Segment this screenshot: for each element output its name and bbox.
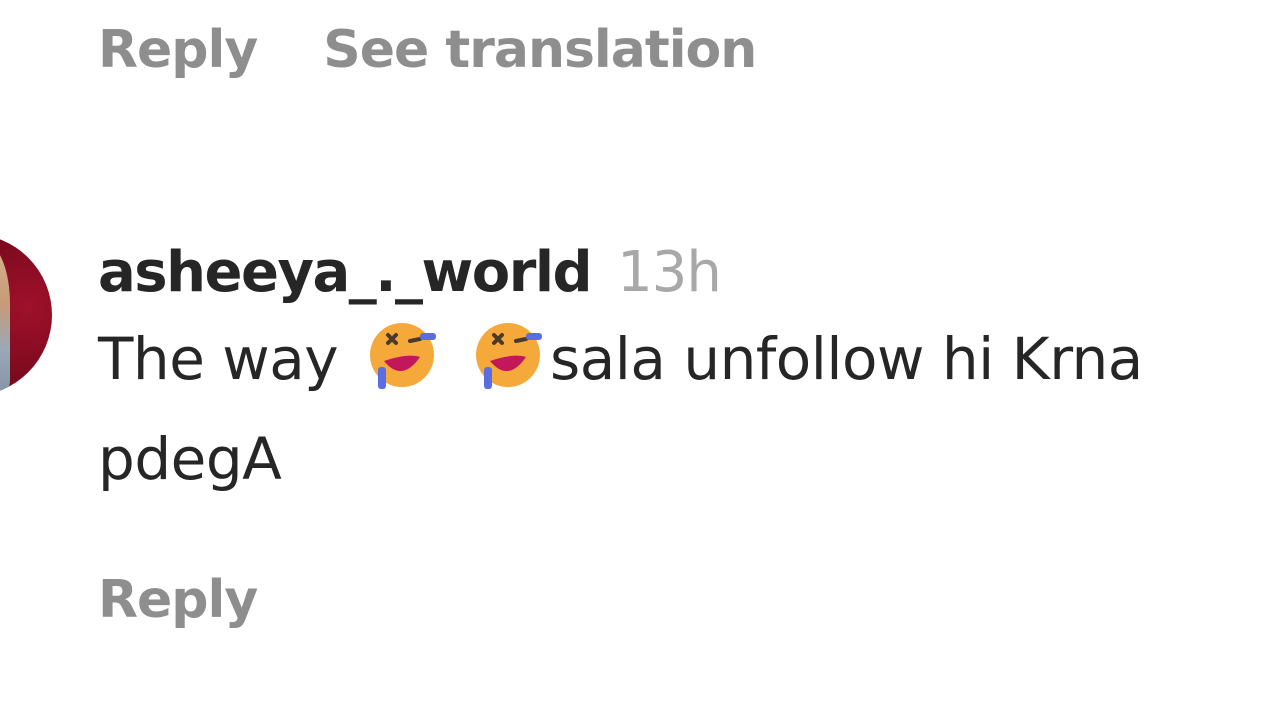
rolling-laughing-emoji-icon	[468, 317, 544, 393]
avatar-photo	[0, 244, 10, 394]
avatar[interactable]	[0, 234, 52, 396]
previous-comment-actions: Reply See translation	[98, 21, 757, 79]
comment-text-part-1: The way	[98, 325, 339, 393]
comment-username[interactable]: asheeya_._world	[98, 240, 593, 305]
reply-button[interactable]: Reply	[98, 21, 258, 79]
comment-text-line-1: The way sala unfollow hi Krna	[98, 309, 1280, 409]
rolling-laughing-emoji-icon	[362, 317, 438, 393]
comment-text-line-2: pdegA	[98, 425, 282, 493]
comment-header: asheeya_._world 13h	[98, 240, 1280, 305]
comment-text: The way sala unfollow hi Krna pdegA	[98, 309, 1280, 509]
reply-button[interactable]: Reply	[98, 571, 258, 629]
comment-text-part-2: sala unfollow hi Krna	[550, 325, 1143, 393]
see-translation-button[interactable]: See translation	[323, 21, 757, 79]
comment-item: asheeya_._world 13h The way sala unfollo…	[98, 240, 1280, 509]
comment-actions: Reply	[98, 571, 258, 629]
comment-thread: Reply See translation asheeya_._world 13…	[0, 0, 1280, 720]
comment-timestamp[interactable]: 13h	[617, 240, 722, 305]
